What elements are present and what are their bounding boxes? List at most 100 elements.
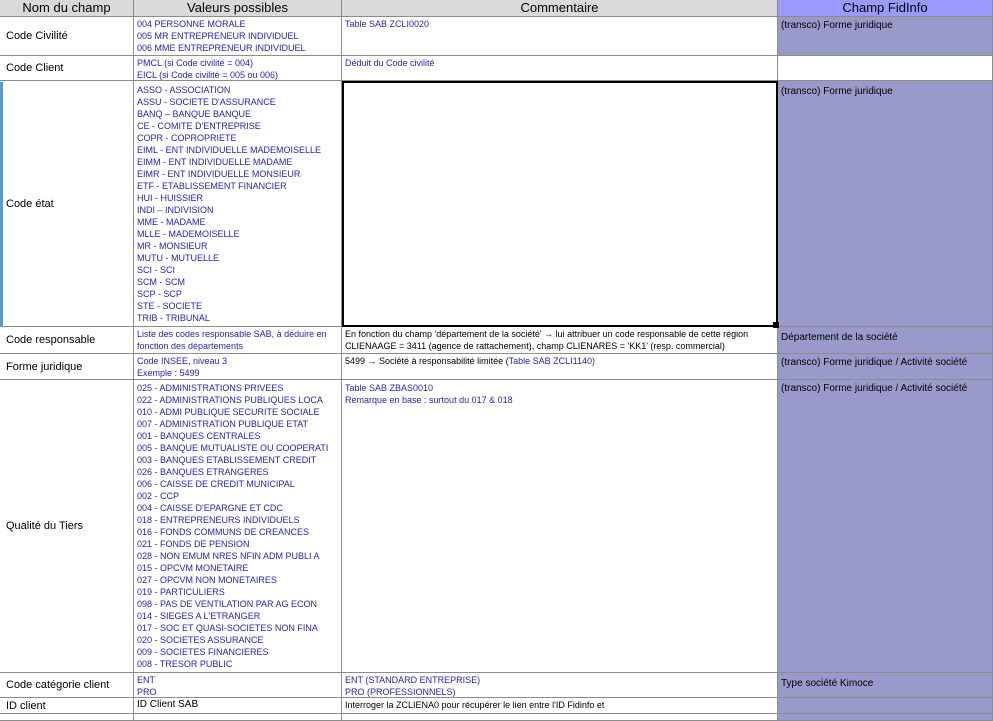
row-civilite-comment[interactable]: Table SAB ZCLI0020: [342, 17, 778, 56]
row-etat-values[interactable]: ASSO - ASSOCIATION ASSU - SOCIETE D'ASSU…: [134, 81, 342, 327]
field-name-label: Code responsable: [6, 334, 96, 346]
row-client-name[interactable]: Code Client: [0, 56, 134, 81]
value-line: 009 - SOCIETES FINANCIERES: [137, 647, 269, 657]
row-forme-comment[interactable]: 5499 → Société à responsabilité limitée …: [342, 354, 778, 380]
comment-line: CLIENAAGE = 3411 (agence de rattachement…: [345, 341, 725, 351]
comment-line: PRO (PROFESSIONNELS): [345, 687, 456, 697]
value-line: 004 PERSONNE MORALE: [137, 19, 246, 29]
comment-text: 5499 → Société à responsabilité limitée …: [345, 356, 509, 366]
row-civilite-values[interactable]: 004 PERSONNE MORALE 005 MR ENTREPRENEUR …: [134, 17, 342, 56]
value-line: 002 - CCP: [137, 491, 180, 501]
value-line: 001 - BANQUES CENTRALES: [137, 431, 261, 441]
value-line: 028 - NON EMUM NRES NFIN ADM PUBLI A: [137, 551, 320, 561]
row-responsable-name[interactable]: Code responsable: [0, 327, 134, 354]
value-line: BANQ – BANQUE BANQUE: [137, 109, 252, 119]
value-line: 027 - OPCVM NON MONETAIRES: [137, 575, 277, 585]
row-partial-name[interactable]: [0, 714, 134, 721]
value-line: INDI – INDIVISION: [137, 205, 214, 215]
row-idclient-values[interactable]: ID Client SAB: [134, 698, 342, 714]
value-line: MR - MONSIEUR: [137, 241, 208, 251]
row-categorie-values[interactable]: ENT PRO: [134, 673, 342, 698]
field-name-label: Code état: [6, 197, 54, 210]
value-line: CE - COMITE D'ENTREPRISE: [137, 121, 261, 131]
column-header-comment[interactable]: Commentaire: [342, 0, 778, 17]
row-forme-fidinfo[interactable]: (transco) Forme juridique / Activité soc…: [778, 354, 993, 380]
comment-line: Remarque en base : surtout du 017 & 018: [345, 395, 513, 405]
row-qualite-name[interactable]: Qualité du Tiers: [0, 380, 134, 673]
value-line: STE - SOCIETE: [137, 301, 203, 311]
row-categorie-fidinfo[interactable]: Type société Kimoce: [778, 673, 993, 698]
column-header-fidinfo[interactable]: Champ FidInfo: [778, 0, 993, 17]
row-responsable-fidinfo[interactable]: Département de la société: [778, 327, 993, 354]
value-line: 003 - BANQUES ETABLISSEMENT CREDIT: [137, 455, 317, 465]
comment-line: Table SAB ZBAS0010: [345, 383, 434, 393]
field-name-label: Code Civilité: [6, 30, 68, 42]
value-line: SCI - SCI: [137, 265, 176, 275]
field-name-label: Code catégorie client: [6, 679, 110, 691]
row-partial-values[interactable]: [134, 714, 342, 721]
comment-text: Table SAB ZCLI0020: [345, 19, 430, 29]
row-idclient-comment[interactable]: Interroger la ZCLIENA0 pour récupérer le…: [342, 698, 778, 714]
row-idclient-name[interactable]: ID client: [0, 698, 134, 714]
comment-text: Interroger la ZCLIENA0 pour récupérer le…: [345, 700, 605, 710]
comment-line: En fonction du champ 'département de la …: [345, 329, 749, 339]
value-line: 016 - FONDS COMMUNS DE CREANCES: [137, 527, 310, 537]
value-line: 026 - BANQUES ETRANGERES: [137, 467, 269, 477]
value-line: 098 - PAS DE VENTILATION PAR AG ECON: [137, 599, 318, 609]
row-client-values[interactable]: PMCL (si Code civilité = 004) EICL (si C…: [134, 56, 342, 81]
column-header-values[interactable]: Valeurs possibles: [134, 0, 342, 17]
row-civilite-fidinfo[interactable]: (transco) Forme juridique: [778, 17, 993, 56]
value-line: PRO: [137, 687, 157, 697]
value-line: HUI - HUISSIER: [137, 193, 204, 203]
value-line: 020 - SOCIETES ASSURANCE: [137, 635, 264, 645]
row-categorie-name[interactable]: Code catégorie client: [0, 673, 134, 698]
value-line: EIMR - ENT INDIVIDUELLE MONSIEUR: [137, 169, 301, 179]
row-etat-fidinfo[interactable]: (transco) Forme juridique: [778, 81, 993, 327]
field-name-label: Forme juridique: [6, 360, 83, 373]
fidinfo-text: (transco) Forme juridique / Activité soc…: [781, 383, 968, 394]
value-line: ASSU - SOCIETE D'ASSURANCE: [137, 97, 276, 107]
value-line: 018 - ENTREPRENEURS INDIVIDUELS: [137, 515, 300, 525]
value-line: 008 - TRESOR PUBLIC: [137, 659, 233, 669]
value-line: EIML - ENT INDIVIDUELLE MADEMOISELLE: [137, 145, 322, 155]
value-line: COPR - COPROPRIETE: [137, 133, 237, 143]
fidinfo-text: Département de la société: [781, 332, 898, 343]
value-line: Exemple : 5499: [137, 368, 200, 378]
row-partial-fidinfo[interactable]: [778, 714, 993, 721]
row-client-comment[interactable]: Déduit du Code civilité: [342, 56, 778, 81]
row-responsable-comment[interactable]: En fonction du champ 'département de la …: [342, 327, 778, 354]
value-line: PMCL (si Code civilité = 004): [137, 58, 253, 68]
column-header-name[interactable]: Nom du champ: [0, 0, 134, 17]
row-qualite-values[interactable]: 025 - ADMINISTRATIONS PRIVEES 022 - ADMI…: [134, 380, 342, 673]
value-line: Code INSEE, niveau 3: [137, 356, 228, 366]
row-forme-name[interactable]: Forme juridique: [0, 354, 134, 380]
value-line: 022 - ADMINISTRATIONS PUBLIQUES LOCA: [137, 395, 323, 405]
row-client-fidinfo[interactable]: [778, 56, 993, 81]
field-name-label: Qualité du Tiers: [6, 520, 84, 532]
value-line: 014 - SIEGES A L'ETRANGER: [137, 611, 261, 621]
row-responsable-values[interactable]: Liste des codes responsable SAB, à dédui…: [134, 327, 342, 354]
row-qualite-fidinfo[interactable]: (transco) Forme juridique / Activité soc…: [778, 380, 993, 673]
value-line: fonction des départements: [137, 341, 244, 351]
row-idclient-fidinfo[interactable]: [778, 698, 993, 714]
fill-handle[interactable]: [773, 322, 779, 328]
fidinfo-text: (transco) Forme juridique: [781, 86, 893, 97]
value-line: ENT: [137, 675, 155, 685]
row-partial-comment[interactable]: [342, 714, 778, 721]
value-line: 007 - ADMINISTRATION PUBLIQUE ETAT: [137, 419, 309, 429]
value-line: 019 - PARTICULIERS: [137, 587, 225, 597]
row-etat-comment[interactable]: [342, 81, 778, 327]
row-civilite-name[interactable]: Code Civilité: [0, 17, 134, 56]
value-line: 006 MME ENTREPRENEUR INDIVIDUEL: [137, 43, 306, 53]
value-line: ETF - ETABLISSEMENT FINANCIER: [137, 181, 287, 191]
row-etat-name[interactable]: Code état: [0, 81, 134, 327]
comment-line: ENT (STANDARD ENTREPRISE): [345, 675, 481, 685]
value-line: MLLE - MADEMOISELLE: [137, 229, 240, 239]
row-categorie-comment[interactable]: ENT (STANDARD ENTREPRISE) PRO (PROFESSIO…: [342, 673, 778, 698]
value-line: MME - MADAME: [137, 217, 206, 227]
comment-text: Déduit du Code civilité: [345, 58, 435, 68]
field-name-label: Code Client: [6, 62, 64, 74]
row-qualite-comment[interactable]: Table SAB ZBAS0010 Remarque en base : su…: [342, 380, 778, 673]
row-forme-values[interactable]: Code INSEE, niveau 3 Exemple : 5499: [134, 354, 342, 380]
value-line: 004 - CAISSE D'EPARGNE ET CDC: [137, 503, 283, 513]
